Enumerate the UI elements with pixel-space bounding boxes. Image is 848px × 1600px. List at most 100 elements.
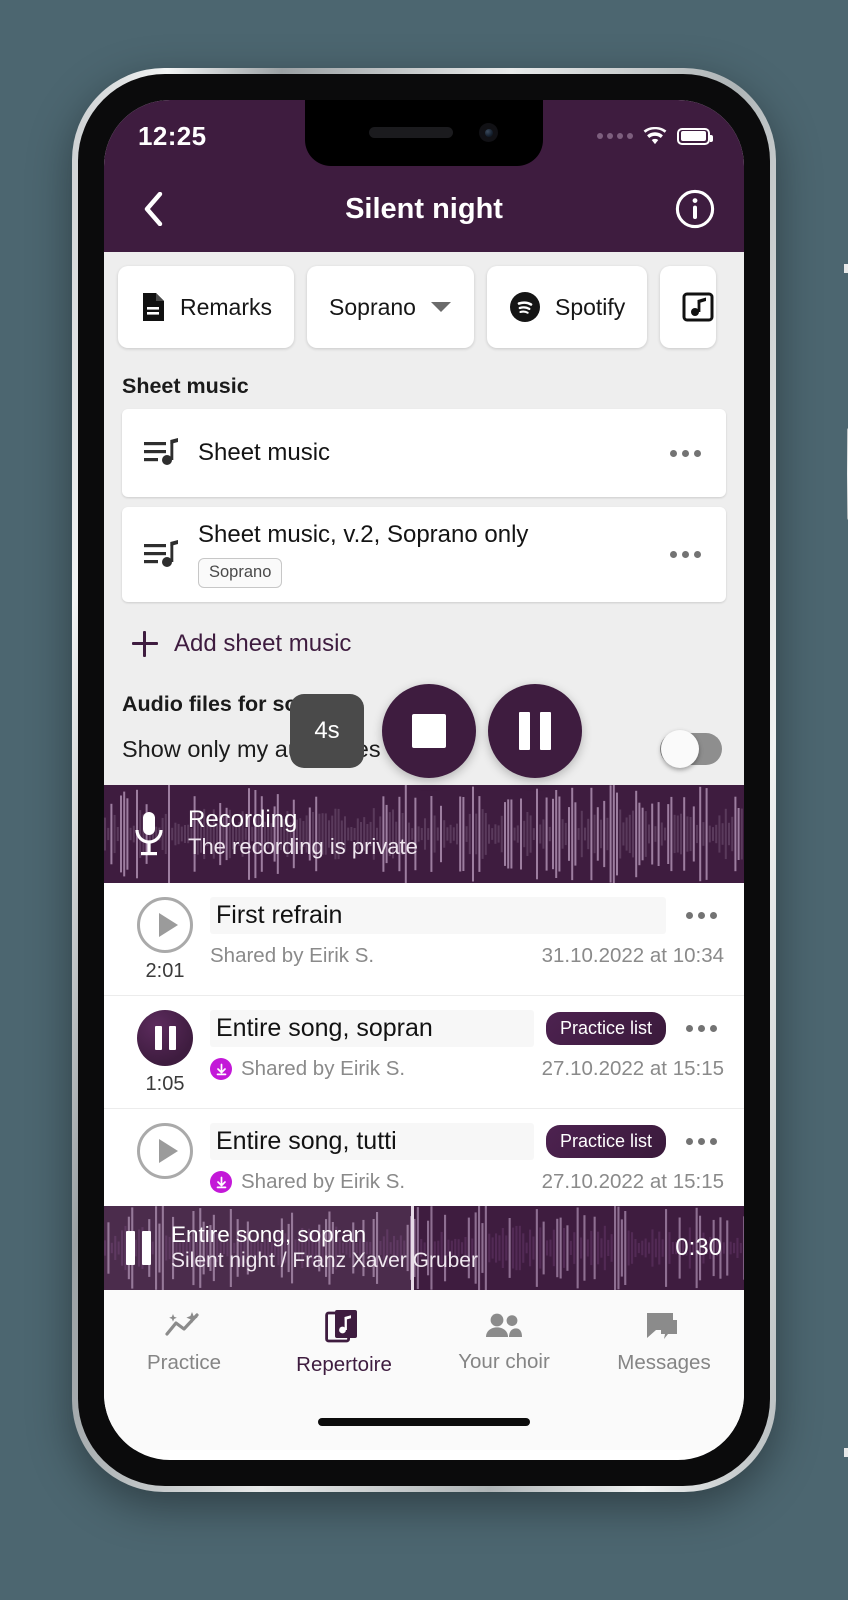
sheet-music-item[interactable]: Sheet music — [122, 409, 726, 497]
recording-elapsed-chip: 4s — [290, 694, 364, 768]
practice-list-badge[interactable]: Practice list — [545, 1125, 666, 1158]
chip-label: Soprano — [329, 293, 416, 320]
pause-recording-button[interactable] — [488, 684, 582, 778]
page-title: Silent night — [345, 192, 503, 225]
practice-chart-icon — [165, 1311, 199, 1336]
plus-icon — [132, 631, 158, 657]
audio-duration: 1:05 — [145, 1073, 185, 1095]
page-content: Remarks Soprano Spotify Sheet music Shee… — [104, 252, 744, 1206]
nav-item-messages[interactable]: Messages — [584, 1310, 744, 1375]
antenna-line — [844, 264, 848, 273]
shared-by-label: Shared by Eirik S. — [210, 944, 375, 967]
shared-by-label: Shared by Eirik S. — [241, 1057, 406, 1080]
audio-meta: Shared by Eirik S. 27.10.2022 at 15:15 — [210, 1057, 724, 1081]
chip-remarks[interactable]: Remarks — [118, 266, 295, 348]
earpiece-speaker — [369, 127, 453, 138]
audio-row-left — [124, 1123, 206, 1194]
audio-title-line: First refrain — [210, 897, 724, 934]
audio-title: Entire song, sopran — [210, 1010, 534, 1047]
nav-label: Practice — [146, 1350, 222, 1374]
audio-shared-by: Shared by Eirik S. — [210, 1170, 405, 1194]
audio-menu-button[interactable] — [678, 1025, 724, 1032]
wifi-icon — [643, 126, 667, 144]
status-bar-indicators — [597, 126, 713, 146]
pause-button[interactable] — [137, 1010, 193, 1066]
play-button[interactable] — [137, 897, 193, 953]
audio-meta: Shared by Eirik S. 27.10.2022 at 15:15 — [210, 1170, 724, 1194]
nav-item-your-choir[interactable]: Your choir — [424, 1311, 584, 1374]
play-button[interactable] — [137, 1123, 193, 1179]
audio-shared-by: Shared by Eirik S. — [210, 944, 374, 968]
shared-by-label: Shared by Eirik S. — [241, 1170, 406, 1193]
stop-recording-button[interactable] — [382, 684, 476, 778]
sheet-music-icon — [140, 539, 184, 570]
sheet-music-body: Sheet music — [184, 425, 662, 481]
sheet-music-section-title: Sheet music — [122, 374, 249, 398]
stop-icon — [412, 714, 446, 748]
audio-row-main: Entire song, tutti Practice list Shared … — [206, 1123, 724, 1194]
pause-circle-filled-icon — [154, 1026, 176, 1050]
practice-list-badge[interactable]: Practice list — [545, 1012, 666, 1045]
repertoire-book-icon — [325, 1309, 357, 1342]
chevron-left-icon — [144, 192, 163, 226]
mini-player-time: 0:30 — [675, 1234, 722, 1261]
nav-label: Your choir — [458, 1349, 550, 1373]
pause-icon — [519, 712, 551, 750]
phone-screen: 12:25 Silent night Remarks Soprano Spoti… — [104, 100, 744, 1460]
recording-title: Recording — [188, 806, 298, 834]
audio-date: 27.10.2022 at 15:15 — [541, 1057, 724, 1080]
audio-menu-button[interactable] — [678, 912, 724, 919]
app-bar: Silent night — [104, 166, 744, 252]
chip-voice-part[interactable]: Soprano — [307, 266, 474, 348]
chip-label: Spotify — [554, 293, 626, 320]
chat-bubbles-icon — [647, 1312, 677, 1339]
home-indicator-area — [104, 1394, 744, 1450]
phone-bezel: 12:25 Silent night Remarks Soprano Spoti… — [78, 74, 770, 1486]
mini-player[interactable]: Entire song, sopran Silent night / Franz… — [104, 1206, 744, 1290]
info-circle-icon — [675, 189, 715, 229]
nav-item-practice[interactable]: Practice — [104, 1310, 264, 1375]
sheet-music-name: Sheet music — [198, 439, 331, 466]
microphone-icon — [135, 811, 163, 856]
audio-title-line: Entire song, sopran Practice list — [210, 1010, 724, 1047]
sheet-music-menu-button[interactable] — [662, 551, 708, 558]
download-done-icon — [210, 1171, 232, 1193]
chip-audio-library[interactable] — [660, 266, 717, 348]
recording-banner[interactable]: Recording The recording is private — [104, 785, 744, 883]
sheet-music-body: Sheet music, v.2, Soprano only Soprano — [184, 507, 662, 602]
audio-file-list: 2:01 First refrain Shared by Eirik S. 31… — [104, 883, 744, 1206]
audio-title: First refrain — [210, 897, 666, 934]
back-button[interactable] — [130, 186, 176, 232]
chip-spotify[interactable]: Spotify — [486, 266, 648, 348]
audio-title: Entire song, tutti — [210, 1123, 534, 1160]
audio-menu-button[interactable] — [678, 1138, 724, 1145]
mini-player-subtitle: Silent night / Franz Xaver Gruber — [171, 1249, 478, 1273]
mini-player-pause-button[interactable] — [126, 1231, 151, 1265]
music-note-box-icon — [682, 292, 714, 322]
audio-file-row[interactable]: Entire song, tutti Practice list Shared … — [104, 1109, 744, 1206]
sheet-music-menu-button[interactable] — [662, 449, 708, 457]
add-sheet-music-button[interactable]: Add sheet music — [104, 612, 744, 678]
audio-file-row[interactable]: 2:01 First refrain Shared by Eirik S. 31… — [104, 883, 744, 996]
document-icon — [143, 293, 164, 321]
download-done-icon — [210, 1058, 232, 1080]
sheet-music-item[interactable]: Sheet music, v.2, Soprano only Soprano — [122, 507, 726, 602]
spotify-icon — [509, 292, 540, 322]
audio-row-main: First refrain Shared by Eirik S. 31.10.2… — [206, 897, 724, 983]
audio-row-left: 2:01 — [124, 897, 206, 983]
nav-item-repertoire[interactable]: Repertoire — [264, 1308, 424, 1377]
people-icon — [486, 1313, 522, 1337]
audio-title-line: Entire song, tutti Practice list — [210, 1123, 724, 1160]
audio-file-row[interactable]: 1:05 Entire song, sopran Practice list S… — [104, 996, 744, 1109]
chip-row[interactable]: Remarks Soprano Spotify — [104, 252, 744, 360]
audio-row-left: 1:05 — [124, 1010, 206, 1096]
mini-player-title: Entire song, sopran — [171, 1222, 367, 1248]
signal-dots-icon — [597, 133, 633, 139]
home-indicator[interactable] — [318, 1418, 530, 1426]
sheet-music-name: Sheet music, v.2, Soprano only — [198, 521, 529, 548]
audio-shared-by: Shared by Eirik S. — [210, 1057, 405, 1081]
screenshot-stage: 12:25 Silent night Remarks Soprano Spoti… — [0, 0, 848, 1600]
front-camera-icon — [479, 123, 498, 142]
info-button[interactable] — [672, 186, 718, 232]
antenna-line — [844, 1448, 848, 1457]
